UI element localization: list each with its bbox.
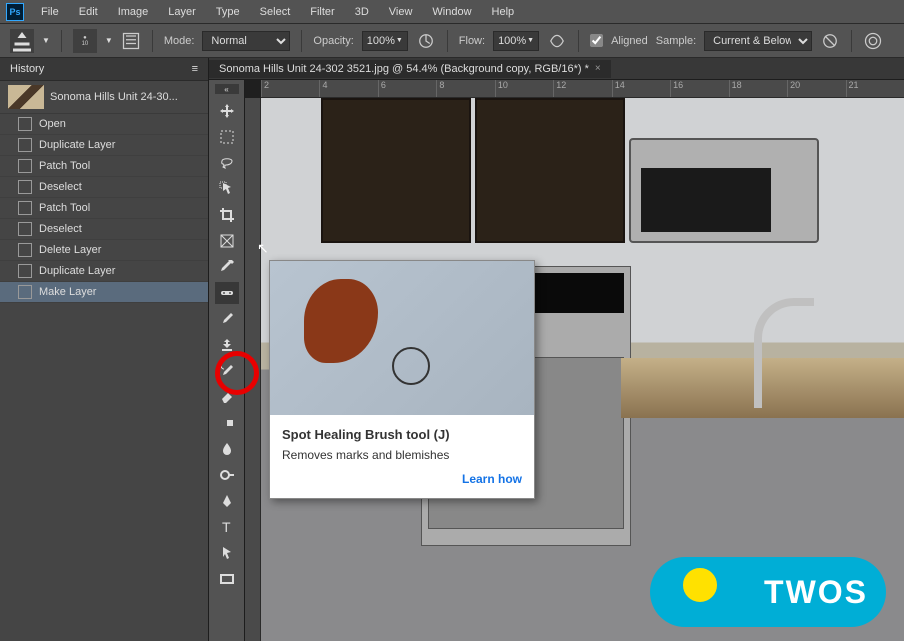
history-panel-title: History (10, 63, 44, 75)
dodge-tool[interactable] (215, 464, 239, 486)
snapshot-name: Sonoma Hills Unit 24-30... (50, 91, 178, 103)
document-title: Sonoma Hills Unit 24-302 3521.jpg @ 54.4… (219, 63, 589, 75)
flow-label: Flow: (459, 35, 485, 47)
palette-toggle-icon[interactable]: « (215, 84, 239, 94)
eyedropper-tool[interactable] (215, 256, 239, 278)
history-item[interactable]: Deselect (0, 219, 208, 240)
brush-panel-toggle[interactable] (121, 31, 141, 51)
photoshop-icon: Ps (6, 3, 24, 21)
lightbulb-icon (680, 565, 720, 605)
aligned-checkbox[interactable] (590, 34, 603, 47)
history-item[interactable]: Duplicate Layer (0, 261, 208, 282)
svg-text:T: T (222, 519, 231, 535)
history-panel: History ≡ Sonoma Hills Unit 24-30... Ope… (0, 58, 209, 641)
tool-preset-picker[interactable] (10, 29, 34, 53)
options-bar: ▼ ●10 ▼ Mode: Normal Opacity: 100%▼ Flow… (0, 24, 904, 58)
twos-text: TWOS (764, 574, 868, 611)
crop-tool[interactable] (215, 204, 239, 226)
kitchen-cabinet (321, 98, 471, 243)
history-item[interactable]: Delete Layer (0, 240, 208, 261)
mode-label: Mode: (164, 35, 195, 47)
quick-selection-tool[interactable] (215, 178, 239, 200)
opacity-field[interactable]: 100%▼ (362, 31, 408, 51)
flow-value: 100% (498, 35, 526, 47)
history-item[interactable]: Patch Tool (0, 156, 208, 177)
path-selection-tool[interactable] (215, 542, 239, 564)
menu-layer[interactable]: Layer (159, 3, 205, 21)
blend-mode-select[interactable]: Normal (202, 31, 290, 51)
flow-field[interactable]: 100%▼ (493, 31, 539, 51)
history-item[interactable]: Open (0, 114, 208, 135)
kitchen-cabinet (475, 98, 625, 243)
gradient-tool[interactable] (215, 412, 239, 434)
pressure-opacity-toggle[interactable] (416, 31, 436, 51)
clone-stamp-icon (10, 29, 34, 53)
aligned-label: Aligned (611, 35, 648, 47)
pressure-size-toggle[interactable] (863, 31, 883, 51)
frame-tool[interactable] (215, 230, 239, 252)
document-tab[interactable]: Sonoma Hills Unit 24-302 3521.jpg @ 54.4… (209, 60, 611, 78)
menu-type[interactable]: Type (207, 3, 249, 21)
menu-image[interactable]: Image (109, 3, 158, 21)
history-item[interactable]: Duplicate Layer (0, 135, 208, 156)
history-item[interactable]: Make Layer (0, 282, 208, 303)
menu-window[interactable]: Window (423, 3, 480, 21)
rectangle-tool[interactable] (215, 568, 239, 590)
sample-select[interactable]: Current & Below (704, 31, 812, 51)
menu-help[interactable]: Help (483, 3, 524, 21)
opacity-value: 100% (367, 35, 395, 47)
tooltip-description: Removes marks and blemishes (282, 448, 522, 462)
dropdown-caret-icon: ▼ (105, 36, 113, 45)
opacity-label: Opacity: (313, 35, 353, 47)
tooltip-learn-link[interactable]: Learn how (462, 472, 522, 486)
microwave (629, 138, 819, 243)
document-tab-bar: Sonoma Hills Unit 24-302 3521.jpg @ 54.4… (209, 58, 904, 80)
menu-select[interactable]: Select (251, 3, 300, 21)
annotation-circle (215, 351, 259, 395)
blur-tool[interactable] (215, 438, 239, 460)
sample-label: Sample: (656, 35, 696, 47)
marquee-tool[interactable] (215, 126, 239, 148)
brush-preset-picker[interactable]: ●10 (73, 29, 97, 53)
snapshot-thumbnail (8, 85, 44, 109)
menu-view[interactable]: View (380, 3, 422, 21)
tool-tooltip: Spot Healing Brush tool (J) Removes mark… (269, 260, 535, 499)
type-tool[interactable]: T (215, 516, 239, 538)
spot-healing-brush-tool[interactable] (215, 282, 239, 304)
menu-file[interactable]: File (32, 3, 68, 21)
menu-3d[interactable]: 3D (346, 3, 378, 21)
history-list: Open Duplicate Layer Patch Tool Deselect… (0, 114, 208, 641)
history-item[interactable]: Patch Tool (0, 198, 208, 219)
lasso-tool[interactable] (215, 152, 239, 174)
cursor-icon: ↖ (257, 240, 269, 257)
panel-menu-icon[interactable]: ≡ (192, 63, 198, 75)
twos-watermark: TWOS (650, 557, 886, 627)
faucet (754, 298, 814, 408)
menu-filter[interactable]: Filter (301, 3, 343, 21)
airbrush-toggle[interactable] (547, 31, 567, 51)
history-snapshot[interactable]: Sonoma Hills Unit 24-30... (0, 81, 208, 114)
history-item[interactable]: Deselect (0, 177, 208, 198)
brush-size-value: 10 (82, 41, 89, 47)
close-tab-icon[interactable]: × (595, 63, 601, 74)
horizontal-ruler: 246810121416182021 (261, 80, 904, 98)
tooltip-preview-image (270, 261, 534, 415)
app-menubar: Ps File Edit Image Layer Type Select Fil… (0, 0, 904, 24)
dropdown-caret-icon: ▼ (42, 36, 50, 45)
menu-edit[interactable]: Edit (70, 3, 107, 21)
brush-tool[interactable] (215, 308, 239, 330)
ignore-adjustment-toggle[interactable] (820, 31, 840, 51)
pen-tool[interactable] (215, 490, 239, 512)
move-tool[interactable] (215, 100, 239, 122)
tooltip-title: Spot Healing Brush tool (J) (282, 427, 522, 442)
